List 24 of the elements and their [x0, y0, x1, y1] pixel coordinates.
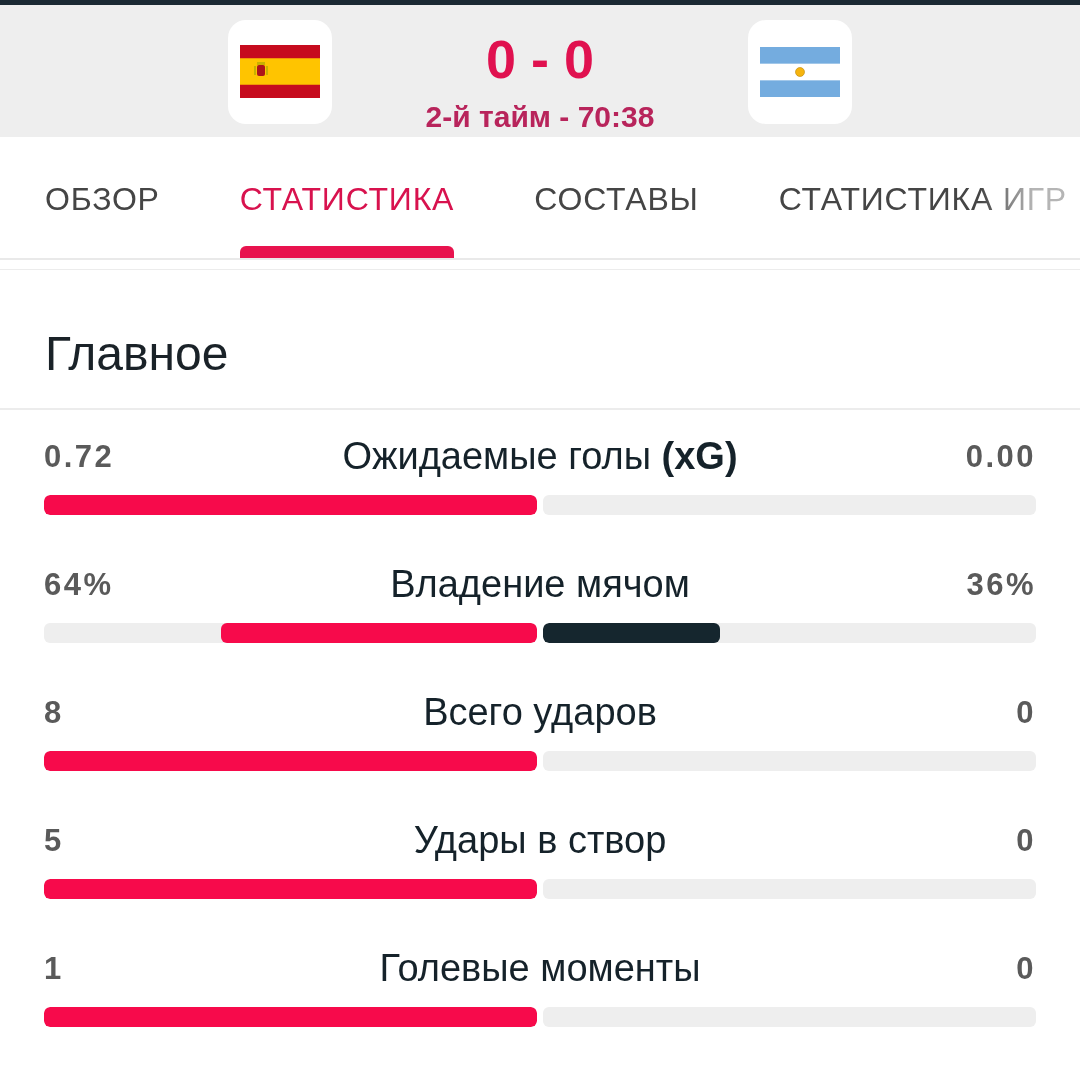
stat-label: Всего ударов — [423, 693, 657, 731]
stat-label: Ожидаемые голы (xG) — [342, 437, 738, 475]
stat-label: Владение мячом — [390, 565, 690, 603]
home-stat-value: 1 — [44, 952, 65, 984]
away-stat-value: 0 — [1015, 824, 1036, 856]
home-stat-value: 64% — [44, 568, 115, 600]
tab[interactable]: ОБЗОР — [45, 137, 160, 258]
home-stat-value: 0.72 — [44, 440, 116, 472]
home-stat-value: 8 — [44, 696, 65, 728]
stat-label: Голевые моменты — [379, 949, 701, 987]
stat-label: Удары в створ — [413, 821, 667, 859]
match-score: 0 - 0 — [485, 32, 595, 86]
argentina-flag-icon — [748, 20, 852, 124]
section-title: Главное — [44, 326, 230, 382]
away-stat-value: 0 — [1015, 696, 1036, 728]
home-stat-value: 5 — [44, 824, 65, 856]
tab[interactable]: СТАТИСТИКА ИГР — [778, 137, 1067, 258]
away-stat-value: 0 — [1015, 952, 1036, 984]
tab[interactable]: СТАТИСТИКА — [239, 137, 455, 258]
tab[interactable]: СОСТАВЫ — [534, 137, 699, 258]
spain-flag-icon — [228, 20, 332, 124]
match-period: 2-й тайм - 70:38 — [425, 102, 655, 132]
away-stat-value: 36% — [965, 568, 1036, 600]
away-stat-value: 0.00 — [964, 440, 1036, 472]
